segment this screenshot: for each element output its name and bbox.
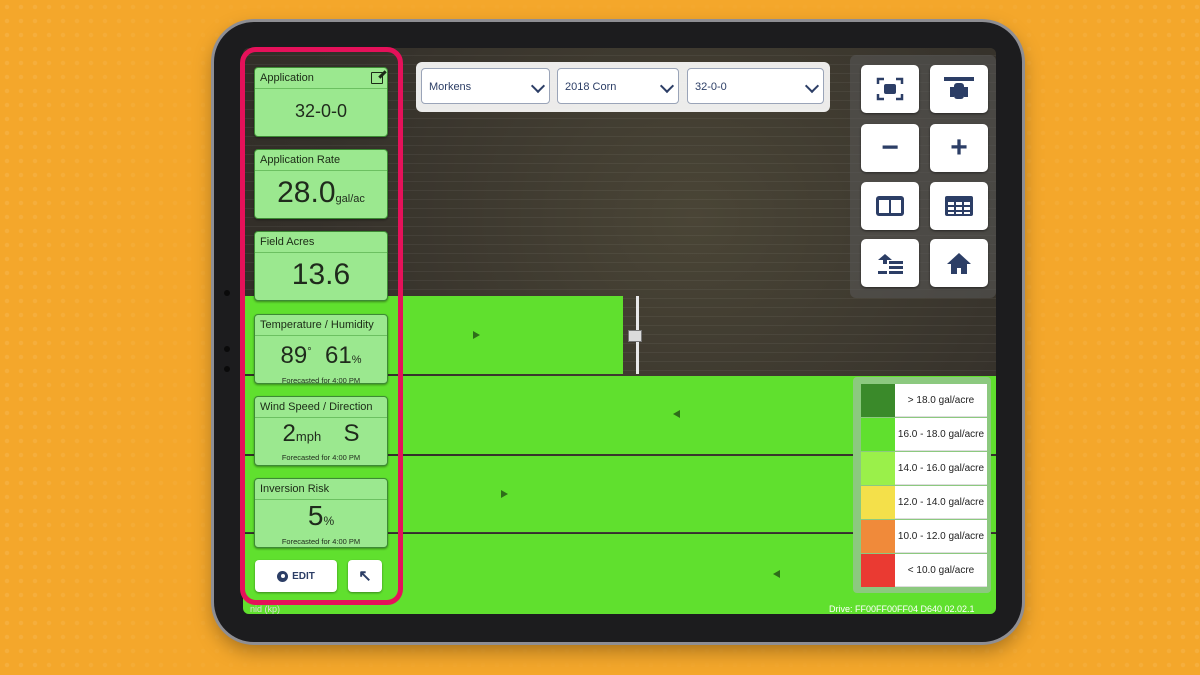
zoom-in-button[interactable]: + bbox=[930, 124, 988, 172]
direction-arrow-icon bbox=[673, 410, 680, 418]
status-right: Drive: FF00FF00FF04 D640 02.02.1 bbox=[829, 604, 975, 614]
chevron-down-icon bbox=[530, 78, 546, 94]
minus-icon: − bbox=[881, 131, 899, 164]
legend-label: > 18.0 gal/acre bbox=[895, 384, 987, 417]
legend-row: 10.0 - 12.0 gal/acre bbox=[861, 520, 987, 553]
legend-row: 12.0 - 14.0 gal/acre bbox=[861, 486, 987, 519]
follow-vehicle-button[interactable] bbox=[930, 65, 988, 113]
fit-view-icon bbox=[876, 77, 904, 101]
split-view-icon bbox=[876, 196, 904, 216]
highlight-box bbox=[240, 47, 403, 605]
camera-dot bbox=[224, 290, 230, 296]
legend-swatch bbox=[861, 554, 895, 587]
legend-row: 16.0 - 18.0 gal/acre bbox=[861, 418, 987, 451]
legend-row: > 18.0 gal/acre bbox=[861, 384, 987, 417]
legend-row: < 10.0 gal/acre bbox=[861, 554, 987, 587]
home-button[interactable] bbox=[930, 239, 988, 287]
legend-swatch bbox=[861, 520, 895, 553]
field-dropdown[interactable]: 2018 Corn bbox=[557, 68, 679, 104]
split-view-button[interactable] bbox=[861, 182, 919, 230]
list-swap-icon bbox=[878, 254, 903, 274]
farm-dropdown-value: Morkens bbox=[429, 81, 472, 93]
table-view-button[interactable] bbox=[930, 182, 988, 230]
legend-swatch bbox=[861, 486, 895, 519]
legend-label: < 10.0 gal/acre bbox=[895, 554, 987, 587]
field-dropdown-value: 2018 Corn bbox=[565, 81, 617, 93]
legend-swatch bbox=[861, 384, 895, 417]
direction-arrow-icon bbox=[773, 570, 780, 578]
direction-arrow-icon bbox=[501, 490, 508, 498]
legend-swatch bbox=[861, 452, 895, 485]
legend-label: 10.0 - 12.0 gal/acre bbox=[895, 520, 987, 553]
home-icon bbox=[947, 253, 971, 274]
farm-dropdown[interactable]: Morkens bbox=[421, 68, 550, 104]
product-dropdown[interactable]: 32-0-0 bbox=[687, 68, 824, 104]
sprayer-icon bbox=[628, 330, 642, 342]
zoom-out-button[interactable]: − bbox=[861, 124, 919, 172]
legend-label: 12.0 - 14.0 gal/acre bbox=[895, 486, 987, 519]
legend-label: 14.0 - 16.0 gal/acre bbox=[895, 452, 987, 485]
plus-icon: + bbox=[950, 131, 968, 164]
tractor-icon bbox=[944, 77, 974, 99]
legend-row: 14.0 - 16.0 gal/acre bbox=[861, 452, 987, 485]
chevron-down-icon bbox=[804, 78, 820, 94]
camera-dot bbox=[224, 346, 230, 352]
status-left: nid (kp) bbox=[250, 604, 281, 614]
legend-label: 16.0 - 18.0 gal/acre bbox=[895, 418, 987, 451]
chevron-down-icon bbox=[659, 78, 675, 94]
camera-dot bbox=[224, 366, 230, 372]
legend-swatch bbox=[861, 418, 895, 451]
product-dropdown-value: 32-0-0 bbox=[695, 81, 727, 93]
direction-arrow-icon bbox=[473, 331, 480, 339]
layers-list-button[interactable] bbox=[861, 239, 919, 287]
fit-view-button[interactable] bbox=[861, 65, 919, 113]
table-icon bbox=[945, 196, 973, 216]
